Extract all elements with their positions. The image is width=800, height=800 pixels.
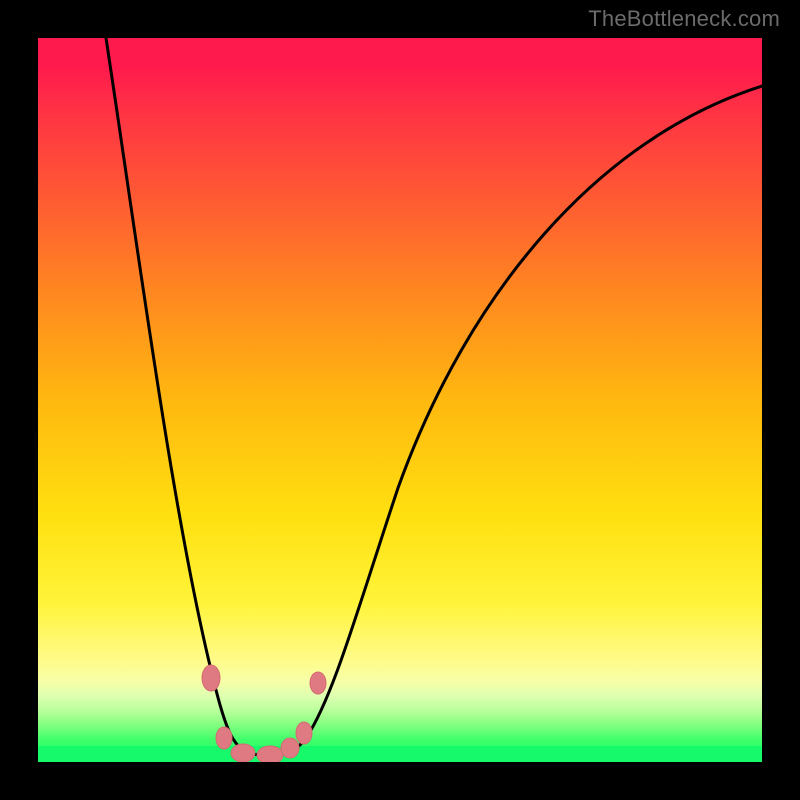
- curve-marker: [281, 738, 299, 758]
- curve-marker: [231, 744, 255, 762]
- curve-marker: [310, 672, 326, 694]
- chart-frame: TheBottleneck.com: [0, 0, 800, 800]
- curve-markers: [202, 665, 326, 762]
- curve-marker: [296, 722, 312, 744]
- watermark-text: TheBottleneck.com: [588, 6, 780, 32]
- bottleneck-curve-path: [106, 38, 762, 756]
- curve-marker: [216, 727, 232, 749]
- bottleneck-curve-svg: [38, 38, 762, 762]
- curve-marker: [257, 746, 283, 762]
- plot-area: [38, 38, 762, 762]
- curve-marker: [202, 665, 220, 691]
